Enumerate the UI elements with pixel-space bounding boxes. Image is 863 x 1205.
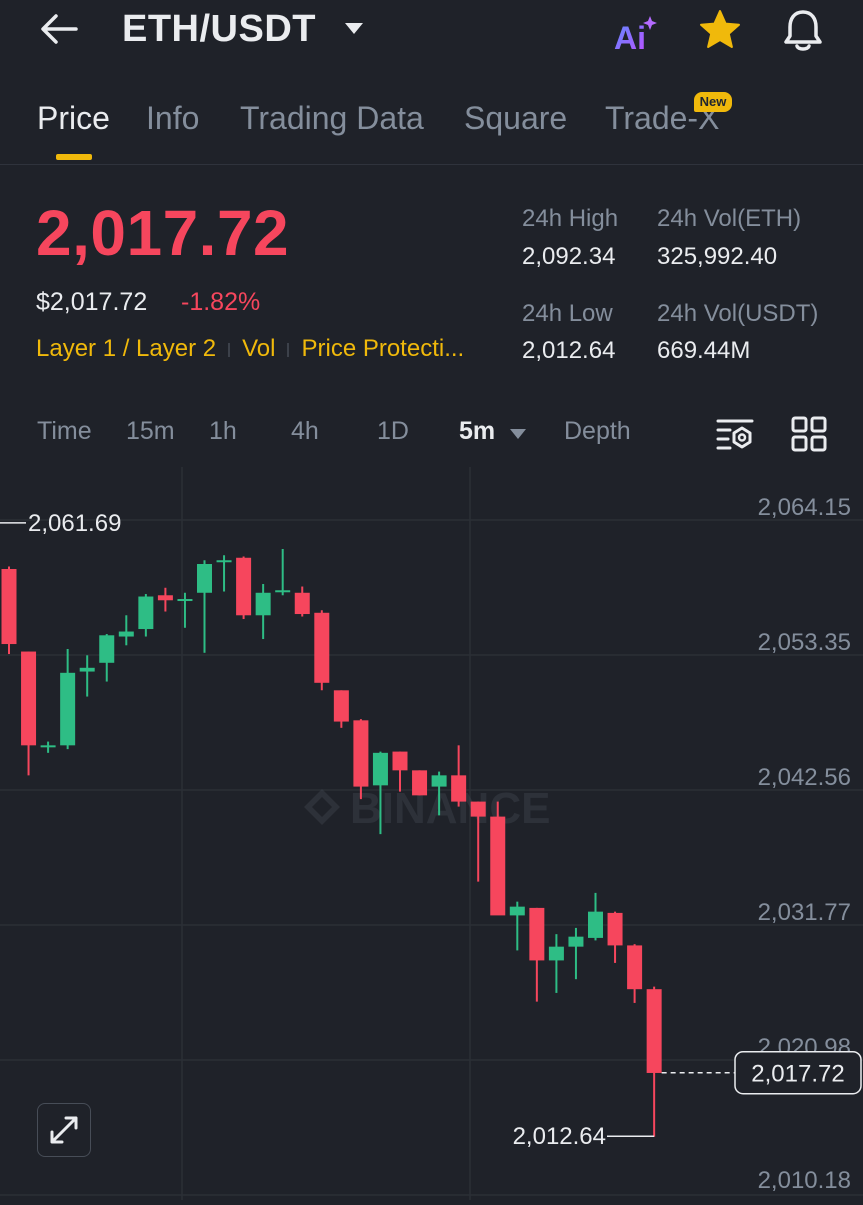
tag-vol[interactable]: Vol [242, 335, 275, 362]
watermark: BINANCE [304, 784, 550, 833]
candle-body [197, 564, 212, 593]
candle-body [548, 946, 564, 961]
notification-bell-icon[interactable] [778, 5, 828, 55]
candle-body [60, 672, 76, 746]
vol-eth-label: 24h Vol(ETH) [657, 205, 802, 232]
max-price-label: 2,061.69 [28, 510, 121, 537]
tab-trading-data[interactable]: Trading Data [240, 100, 424, 137]
interval-1d[interactable]: 1D [377, 417, 409, 446]
candle-body [138, 596, 154, 630]
back-arrow-icon[interactable] [36, 6, 82, 52]
vol-usdt-value: 669.44M [657, 337, 751, 364]
candle-body [294, 592, 310, 615]
candle-body [607, 912, 623, 946]
y-axis-label: 2,031.77 [758, 899, 851, 926]
new-badge: New [694, 92, 732, 112]
tab-bar: Price Info Trading Data Square Trade-X [0, 92, 863, 165]
low-label: 24h Low [522, 300, 613, 327]
indicator-settings-icon[interactable] [716, 417, 754, 451]
grid-layout-icon[interactable] [791, 416, 827, 452]
tab-square[interactable]: Square [464, 100, 567, 137]
candle-body [79, 667, 95, 672]
interval-1h[interactable]: 1h [209, 417, 237, 446]
y-axis-label: 2,064.15 [758, 494, 851, 521]
vol-eth-value: 325,992.40 [657, 243, 778, 270]
chart-canvas: BINANCE 2,064.15 2,053.35 2,042.56 2,031.77 2… [0, 467, 863, 1200]
tag-divider [228, 342, 231, 357]
y-axis-label: 2,010.18 [758, 1167, 851, 1194]
last-price: 2,017.72 [36, 197, 290, 269]
candle-body [99, 635, 115, 663]
category-tags: Layer 1 / Layer 2 Vol Price Protecti... [36, 335, 464, 363]
candle-body [118, 631, 134, 637]
candle-body [392, 751, 408, 771]
y-axis-label: 2,042.56 [758, 764, 851, 791]
interval-5m[interactable]: 5m [459, 417, 495, 446]
candle-body [372, 752, 388, 786]
candle-body [1, 569, 17, 645]
candle-body [451, 775, 467, 802]
candle-body [314, 612, 330, 683]
favorite-star-icon[interactable] [696, 7, 744, 55]
candle-body [236, 557, 252, 616]
candlestick-chart[interactable]: BINANCE 2,064.15 2,053.35 2,042.56 2,031.77 2… [0, 467, 863, 1200]
low-value: 2,012.64 [522, 337, 616, 364]
pair-title[interactable]: ETH/USDT [122, 8, 316, 51]
candle-body [529, 907, 545, 961]
tab-info[interactable]: Info [146, 100, 199, 137]
price-change-percent: -1.82% [181, 288, 261, 316]
candle-body [40, 745, 56, 748]
expand-chart-button[interactable] [37, 1103, 91, 1157]
interval-15m[interactable]: 15m [126, 417, 175, 446]
min-price-label: 2,012.64 [513, 1123, 606, 1150]
ai-assistant-button[interactable]: Ai [612, 12, 660, 56]
candle-body [646, 989, 662, 1073]
candle-body [157, 595, 173, 601]
usd-price: $2,017.72 [36, 288, 148, 316]
candle-body [353, 720, 369, 787]
tag-layer[interactable]: Layer 1 / Layer 2 [36, 335, 216, 362]
interval-time[interactable]: Time [37, 417, 92, 446]
high-value: 2,092.34 [522, 243, 616, 270]
binance-logo-icon [304, 789, 340, 825]
last-price-label: 2,017.72 [751, 1061, 844, 1088]
interval-caret-icon[interactable] [509, 427, 527, 439]
candle-body [412, 770, 428, 796]
tag-price-protection[interactable]: Price Protecti... [301, 335, 464, 362]
candle-body [568, 936, 584, 947]
candle-body [333, 690, 349, 722]
tag-divider [287, 342, 290, 357]
caret-down-icon[interactable] [343, 20, 365, 36]
candle-body [275, 590, 291, 593]
candle-body [255, 592, 271, 616]
candle-body [588, 911, 603, 938]
candle-body [177, 599, 193, 602]
candle-body [509, 906, 525, 916]
high-label: 24h High [522, 205, 619, 232]
candle-body [627, 945, 643, 990]
vol-usdt-label: 24h Vol(USDT) [657, 300, 819, 327]
interval-depth[interactable]: Depth [564, 417, 631, 446]
y-axis-label: 2,053.35 [758, 629, 851, 656]
candle-body [431, 775, 447, 787]
candle-body [470, 801, 486, 817]
active-tab-indicator [56, 154, 92, 160]
expand-arrows-icon [50, 1116, 78, 1144]
top-bar: ETH/USDT Ai [0, 0, 863, 70]
candle-body [21, 651, 37, 746]
interval-4h[interactable]: 4h [291, 417, 319, 446]
ai-label: Ai [614, 20, 646, 54]
tab-price[interactable]: Price [37, 100, 110, 137]
candle-body [216, 560, 232, 563]
candle-body [490, 816, 506, 916]
